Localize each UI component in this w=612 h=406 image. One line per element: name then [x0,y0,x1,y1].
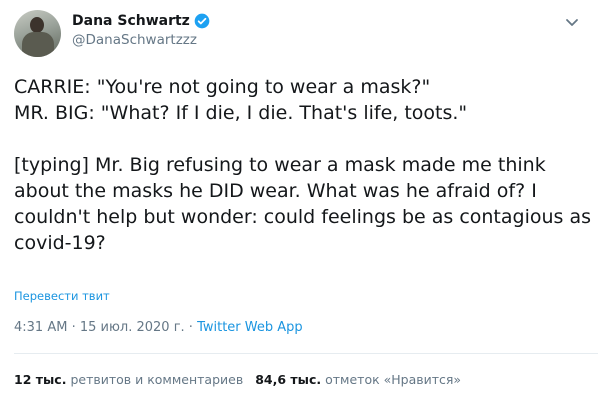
meta-separator: · [67,320,80,335]
tweet-meta: 4:31 AM · 15 июл. 2020 г. · Twitter Web … [14,320,303,335]
likes-count: 84,6 тыс. [255,372,322,387]
likes-label: отметок «Нравится» [325,372,462,387]
tweet-text: CARRIE: "You're not going to wear a mask… [14,76,592,254]
avatar-body [22,32,54,57]
verified-badge-icon [194,13,210,29]
chevron-down-icon[interactable] [564,14,580,30]
display-name[interactable]: Dana Schwartz [72,13,190,29]
tweet-source-link[interactable]: Twitter Web App [197,320,303,335]
avatar-head [30,17,44,33]
tweet-time[interactable]: 4:31 AM [14,320,67,335]
avatar[interactable] [14,10,61,57]
tweet-stats: 12 тыс. ретвитов и комментариев 84,6 тыс.… [14,372,461,387]
likes-stat[interactable]: 84,6 тыс. отметок «Нравится» [255,372,461,387]
retweets-label: ретвитов и комментариев [70,372,244,387]
translate-tweet-link[interactable]: Перевести твит [14,289,110,303]
meta-separator: · [184,320,198,335]
divider [14,353,598,354]
retweets-stat[interactable]: 12 тыс. ретвитов и комментариев [14,372,243,387]
author-name-row[interactable]: Dana Schwartz [72,13,210,29]
tweet-date[interactable]: 15 июл. 2020 г. [80,320,185,335]
author-handle[interactable]: @DanaSchwartzzz [72,32,197,48]
retweets-count: 12 тыс. [14,372,67,387]
